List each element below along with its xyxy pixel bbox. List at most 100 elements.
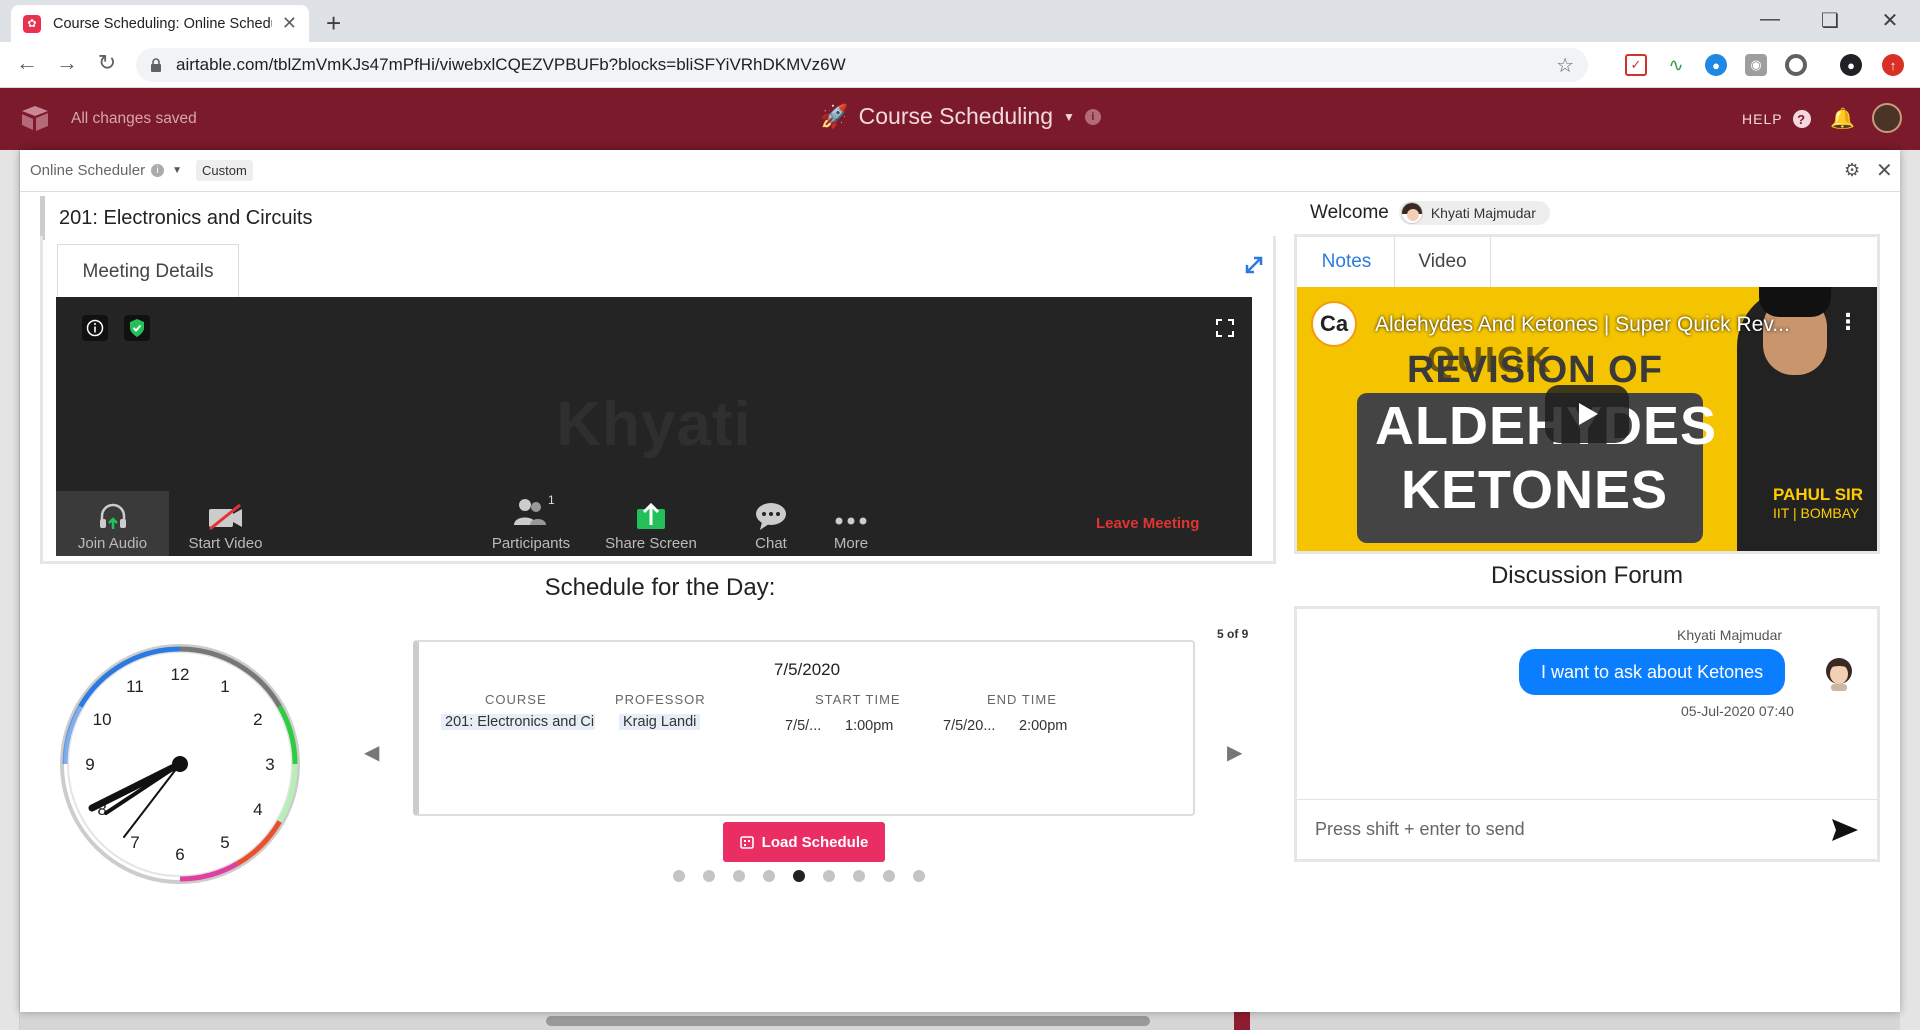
circle-extension-icon[interactable] bbox=[1785, 54, 1807, 76]
info-icon[interactable]: i bbox=[1084, 108, 1101, 125]
custom-badge: Custom bbox=[195, 160, 253, 181]
pagination-dot[interactable] bbox=[673, 870, 685, 882]
schedule-card: 7/5/2020 COURSE PROFESSOR START TIME END… bbox=[413, 640, 1195, 816]
youtube-embed[interactable]: QUICK REVISION OF ALDEHYDES KETONES Ca A… bbox=[1297, 287, 1877, 551]
chevron-down-icon: ▼ bbox=[1062, 109, 1075, 124]
horizontal-scrollbar[interactable] bbox=[546, 1016, 1150, 1026]
close-icon[interactable]: ✕ bbox=[1876, 158, 1893, 183]
airtable-logo-icon[interactable] bbox=[20, 104, 50, 132]
pagination-dot[interactable] bbox=[763, 870, 775, 882]
column-header-start-time: START TIME bbox=[815, 692, 901, 707]
share-screen-button[interactable]: Share Screen bbox=[591, 491, 711, 556]
clock-number: 7 bbox=[130, 833, 139, 852]
tab-meeting-details[interactable]: Meeting Details bbox=[57, 244, 239, 298]
clock-number: 12 bbox=[171, 665, 190, 684]
minimize-icon[interactable]: — bbox=[1740, 8, 1800, 31]
fullscreen-icon[interactable] bbox=[1216, 319, 1234, 337]
end-date-cell: 7/5/20... bbox=[943, 718, 996, 734]
presenter-affiliation: IIT | BOMBAY bbox=[1773, 505, 1860, 521]
user-avatar[interactable] bbox=[1872, 103, 1902, 133]
pocket-extension-icon[interactable]: ✓ bbox=[1625, 54, 1647, 76]
course-cell[interactable]: 201: Electronics and Circuits bbox=[441, 714, 595, 730]
gear-icon[interactable]: ⚙ bbox=[1844, 160, 1860, 181]
message-input[interactable] bbox=[1315, 819, 1831, 840]
previous-arrow-icon[interactable]: ◀ bbox=[364, 740, 379, 765]
browser-tab[interactable]: ✿ Course Scheduling: Online Scheduler ✕ bbox=[11, 5, 309, 42]
pagination-dot[interactable] bbox=[853, 870, 865, 882]
save-status: All changes saved bbox=[71, 110, 197, 127]
next-arrow-icon[interactable]: ▶ bbox=[1227, 740, 1242, 765]
camera-extension-icon[interactable]: ◉ bbox=[1745, 54, 1767, 76]
clock-number: 1 bbox=[220, 677, 229, 696]
chat-label: Chat bbox=[755, 535, 787, 552]
update-icon[interactable]: ↑ bbox=[1882, 54, 1904, 76]
pagination-dot[interactable] bbox=[793, 870, 805, 882]
bookmark-star-icon[interactable]: ☆ bbox=[1556, 53, 1574, 78]
browser-tab-bar: ✿ Course Scheduling: Online Scheduler ✕ … bbox=[0, 0, 1920, 42]
info-icon[interactable]: i bbox=[151, 164, 165, 177]
welcome-bar: Welcome Khyati Majmudar bbox=[1310, 198, 1550, 228]
column-header-professor: PROFESSOR bbox=[615, 692, 706, 707]
block-name[interactable]: Online Scheduler bbox=[30, 162, 145, 179]
join-audio-button[interactable]: Join Audio bbox=[56, 491, 169, 556]
reload-icon[interactable]: ↻ bbox=[92, 50, 122, 76]
message-timestamp: 05-Jul-2020 07:40 bbox=[1681, 703, 1794, 719]
leave-meeting-button[interactable]: Leave Meeting bbox=[1096, 515, 1199, 532]
bell-icon[interactable]: 🔔 bbox=[1830, 106, 1855, 131]
shield-icon[interactable] bbox=[124, 315, 150, 341]
start-video-button[interactable]: Start Video bbox=[169, 491, 282, 556]
more-vert-icon[interactable]: ⋮ bbox=[1837, 309, 1859, 335]
activity-extension-icon[interactable]: ∿ bbox=[1665, 54, 1687, 76]
back-icon[interactable]: ← bbox=[12, 50, 42, 76]
message-bubble: I want to ask about Ketones bbox=[1519, 649, 1786, 695]
lock-icon bbox=[151, 58, 161, 72]
pagination-dot[interactable] bbox=[703, 870, 715, 882]
background-accent-strip bbox=[1234, 1012, 1250, 1030]
globe-extension-icon[interactable]: ● bbox=[1705, 54, 1727, 76]
send-icon[interactable] bbox=[1831, 818, 1859, 842]
base-title[interactable]: 🚀 Course Scheduling ▼ i bbox=[820, 103, 1101, 130]
meeting-panel: Meeting Details Khyati Join Audio Start … bbox=[40, 236, 1276, 564]
participants-button[interactable]: 1 Participants bbox=[471, 491, 591, 556]
tab-notes[interactable]: Notes bbox=[1299, 237, 1395, 287]
table-row: 201: Electronics and Circuits bbox=[441, 714, 595, 730]
pagination-dot[interactable] bbox=[733, 870, 745, 882]
expand-icon[interactable] bbox=[1243, 254, 1265, 276]
professor-cell[interactable]: Kraig Landi bbox=[619, 714, 701, 730]
user-chip[interactable]: Khyati Majmudar bbox=[1398, 201, 1550, 225]
airtable-favicon-icon: ✿ bbox=[23, 14, 41, 33]
tab-video[interactable]: Video bbox=[1395, 237, 1491, 287]
forward-icon[interactable]: → bbox=[52, 50, 82, 76]
discussion-forum: Khyati Majmudar I want to ask about Keto… bbox=[1294, 606, 1880, 862]
load-schedule-button[interactable]: Load Schedule bbox=[723, 822, 885, 862]
background-grid-right bbox=[1900, 150, 1920, 1030]
address-bar[interactable]: airtable.com/tblZmVmKJs47mPfHi/viwebxlCQ… bbox=[136, 48, 1588, 82]
play-icon[interactable] bbox=[1545, 385, 1629, 443]
avatar bbox=[1826, 658, 1852, 691]
meeting-info-icon[interactable] bbox=[82, 315, 108, 341]
channel-logo[interactable]: Ca bbox=[1311, 301, 1357, 347]
end-time-cell: 2:00pm bbox=[1019, 718, 1068, 734]
profile-icon[interactable]: ● bbox=[1840, 54, 1862, 76]
maximize-icon[interactable]: ❏ bbox=[1800, 8, 1860, 33]
message-author: Khyati Majmudar bbox=[1677, 627, 1783, 643]
chat-button[interactable]: Chat bbox=[736, 491, 806, 556]
more-label: More bbox=[833, 535, 869, 552]
video-title[interactable]: Aldehydes And Ketones | Super Quick Rev.… bbox=[1375, 313, 1790, 337]
more-button[interactable]: More bbox=[816, 491, 886, 556]
chat-icon bbox=[756, 503, 786, 530]
clock-number: 2 bbox=[253, 710, 262, 729]
pagination-dot[interactable] bbox=[823, 870, 835, 882]
pagination-dot[interactable] bbox=[883, 870, 895, 882]
chevron-down-icon[interactable]: ▼ bbox=[172, 165, 182, 176]
new-tab-icon[interactable]: + bbox=[326, 8, 341, 39]
close-tab-icon[interactable]: ✕ bbox=[282, 13, 297, 34]
pagination-dot[interactable] bbox=[913, 870, 925, 882]
help-menu[interactable]: HELP ? bbox=[1742, 110, 1811, 128]
message-composer bbox=[1297, 799, 1877, 859]
clock-center bbox=[172, 756, 188, 772]
table-row: Kraig Landi bbox=[619, 714, 701, 730]
participant-name-display: Khyati bbox=[556, 390, 752, 459]
question-icon: ? bbox=[1792, 110, 1811, 128]
close-window-icon[interactable]: ✕ bbox=[1860, 8, 1920, 33]
